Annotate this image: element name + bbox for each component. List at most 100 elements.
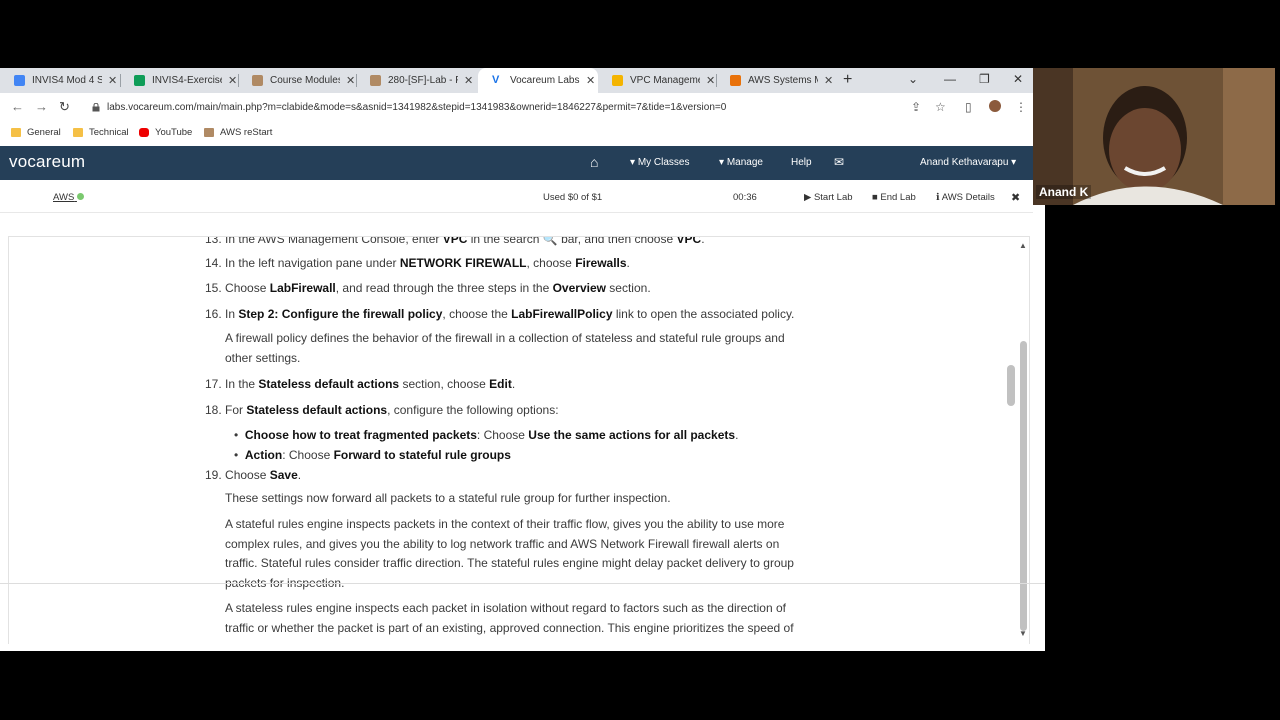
bookmark-technical[interactable]: Technical: [73, 127, 129, 138]
vocareum-icon: V: [492, 74, 500, 86]
step-number: 13.: [205, 236, 222, 246]
side-panel-icon[interactable]: ▯: [965, 100, 972, 114]
step-14: 14. In the left navigation pane under NE…: [205, 256, 630, 270]
bullet-text: .: [735, 428, 739, 442]
step-text: .: [297, 468, 302, 482]
forward-icon[interactable]: →: [35, 99, 48, 114]
tab-title: AWS Systems Ma: [748, 75, 818, 86]
my-classes-label: My Classes: [637, 157, 690, 168]
bullet-bold: Use the same actions for all packets: [528, 428, 736, 442]
tab-lab[interactable]: 280-[SF]-Lab - Fi ✕: [356, 68, 476, 93]
bullet-dot: •: [234, 448, 239, 462]
bullet-action: • Action: Choose Forward to stateful rul…: [234, 448, 511, 462]
step-bold: Stateless default actions: [246, 403, 388, 417]
close-icon[interactable]: ✕: [586, 74, 595, 87]
step-18: 18. For Stateless default actions, confi…: [205, 403, 559, 417]
close-icon[interactable]: ✕: [464, 74, 473, 87]
tab-vocareum-labs[interactable]: V Vocareum Labs ✕: [478, 68, 598, 93]
step-number: 18.: [205, 403, 222, 417]
close-icon[interactable]: ✕: [228, 74, 237, 87]
my-classes-menu[interactable]: ▾ My Classes: [630, 157, 690, 168]
close-icon[interactable]: ✕: [346, 74, 355, 87]
tab-search-icon[interactable]: ⌄: [908, 72, 918, 86]
new-tab-icon[interactable]: +: [843, 71, 852, 89]
lab-toolbar: AWS Used $0 of $1 00:36 ▶ Start Lab ■ En…: [0, 180, 1033, 213]
user-name: Anand Kethavarapu: [920, 157, 1009, 168]
tab-aws-systems-manager[interactable]: AWS Systems Ma ✕: [716, 68, 834, 93]
tab-title: INVIS4-Exercise T: [152, 75, 222, 86]
vocareum-logo[interactable]: vocareum: [9, 152, 85, 172]
bookmark-star-icon[interactable]: ☆: [935, 100, 946, 114]
end-lab-button[interactable]: ■ End Lab: [872, 192, 916, 203]
aws-details-label: AWS Details: [941, 192, 995, 203]
window-edge: [1033, 205, 1045, 651]
manage-label: Manage: [726, 157, 763, 168]
reload-icon[interactable]: ↻: [59, 99, 70, 115]
step-16-note: A firewall policy defines the behavior o…: [225, 331, 785, 365]
bullet-fragmented-packets: • Choose how to treat fragmented packets…: [234, 428, 738, 442]
bookmark-youtube[interactable]: YouTube: [139, 127, 192, 138]
manage-menu[interactable]: ▾ Manage: [719, 157, 763, 168]
bookmarks-bar: General Technical YouTube AWS reStart: [0, 121, 1033, 147]
inner-scrollbar-thumb[interactable]: [1007, 365, 1015, 406]
step-text: In: [225, 307, 239, 321]
step-bold: VPC: [676, 236, 702, 246]
webcam-overlay: Anand K: [1033, 68, 1275, 205]
user-menu[interactable]: Anand Kethavarapu ▾: [920, 157, 1016, 168]
bookmark-label: Technical: [89, 127, 129, 138]
menu-kebab-icon[interactable]: ⋮: [1015, 100, 1027, 114]
bookmark-general[interactable]: General: [11, 127, 61, 138]
window-close-icon[interactable]: ✕: [1013, 72, 1023, 86]
start-lab-button[interactable]: ▶ Start Lab: [804, 192, 853, 203]
canvas-icon: [252, 75, 263, 86]
bookmark-aws-restart[interactable]: AWS reStart: [204, 127, 272, 138]
scrollbar-thumb[interactable]: [1020, 341, 1027, 631]
help-link[interactable]: Help: [791, 157, 812, 168]
browser-window: INVIS4 Mod 4 Se ✕ INVIS4-Exercise T ✕ Co…: [0, 68, 1033, 651]
step-bold: Firewalls: [575, 256, 627, 270]
step-bold: Overview: [552, 281, 606, 295]
scroll-up-icon[interactable]: ▲: [1019, 241, 1027, 250]
home-icon[interactable]: ⌂: [590, 154, 598, 170]
step-bold: Save: [269, 468, 298, 482]
bookmark-label: AWS reStart: [220, 127, 273, 138]
step-number: 15.: [205, 281, 222, 295]
step-text: Choose: [225, 281, 270, 295]
back-icon[interactable]: ←: [11, 99, 24, 114]
step-text: In the left navigation pane under: [225, 256, 400, 270]
vocareum-header: vocareum ⌂ ▾ My Classes ▾ Manage Help ✉ …: [0, 146, 1033, 180]
aws-details-button[interactable]: ℹ AWS Details: [936, 192, 995, 203]
step-text: , choose the: [442, 307, 512, 321]
bullet-bold: Choose how to treat fragmented packets: [244, 428, 477, 442]
tab-invis4-mod4[interactable]: INVIS4 Mod 4 Se ✕: [0, 68, 120, 93]
bookmark-label: General: [27, 127, 61, 138]
address-bar-row: ← → ↻ labs.vocareum.com/main/main.php?m=…: [0, 93, 1033, 121]
tab-vpc-management[interactable]: VPC Managemen ✕: [598, 68, 716, 93]
close-icon[interactable]: ✕: [706, 74, 715, 87]
step-17: 17. In the Stateless default actions sec…: [205, 377, 515, 391]
url-field[interactable]: labs.vocareum.com/main/main.php?m=clabid…: [92, 97, 952, 117]
restore-icon[interactable]: ❐: [979, 72, 990, 86]
aws-cube-icon: [730, 75, 741, 86]
step-text: In the AWS Management Console, enter: [225, 236, 443, 246]
scroll-down-icon[interactable]: ▼: [1019, 629, 1027, 638]
step-text: link to open the associated policy.: [612, 307, 795, 321]
profile-avatar[interactable]: [989, 100, 1001, 112]
docs-icon: [14, 75, 25, 86]
aws-status[interactable]: AWS: [53, 192, 84, 203]
canvas-icon: [370, 75, 381, 86]
step-bold: Step 2: Configure the firewall policy: [238, 307, 443, 321]
close-icon[interactable]: ✕: [108, 74, 117, 87]
aws-label: AWS: [53, 192, 75, 203]
tab-invis4-exercise[interactable]: INVIS4-Exercise T ✕: [120, 68, 238, 93]
step-bold: LabFirewall: [269, 281, 336, 295]
tab-course-modules[interactable]: Course Modules: ✕: [238, 68, 356, 93]
minimize-icon[interactable]: —: [944, 72, 956, 86]
share-icon[interactable]: ⇪: [911, 100, 921, 114]
step-13: 13. In the AWS Management Console, enter…: [205, 236, 705, 246]
session-timer: 00:36: [733, 192, 757, 203]
start-lab-label: Start Lab: [813, 192, 853, 203]
close-icon[interactable]: ✕: [824, 74, 833, 87]
fullscreen-icon[interactable]: ✖: [1011, 191, 1020, 204]
mail-icon[interactable]: ✉: [834, 155, 844, 169]
